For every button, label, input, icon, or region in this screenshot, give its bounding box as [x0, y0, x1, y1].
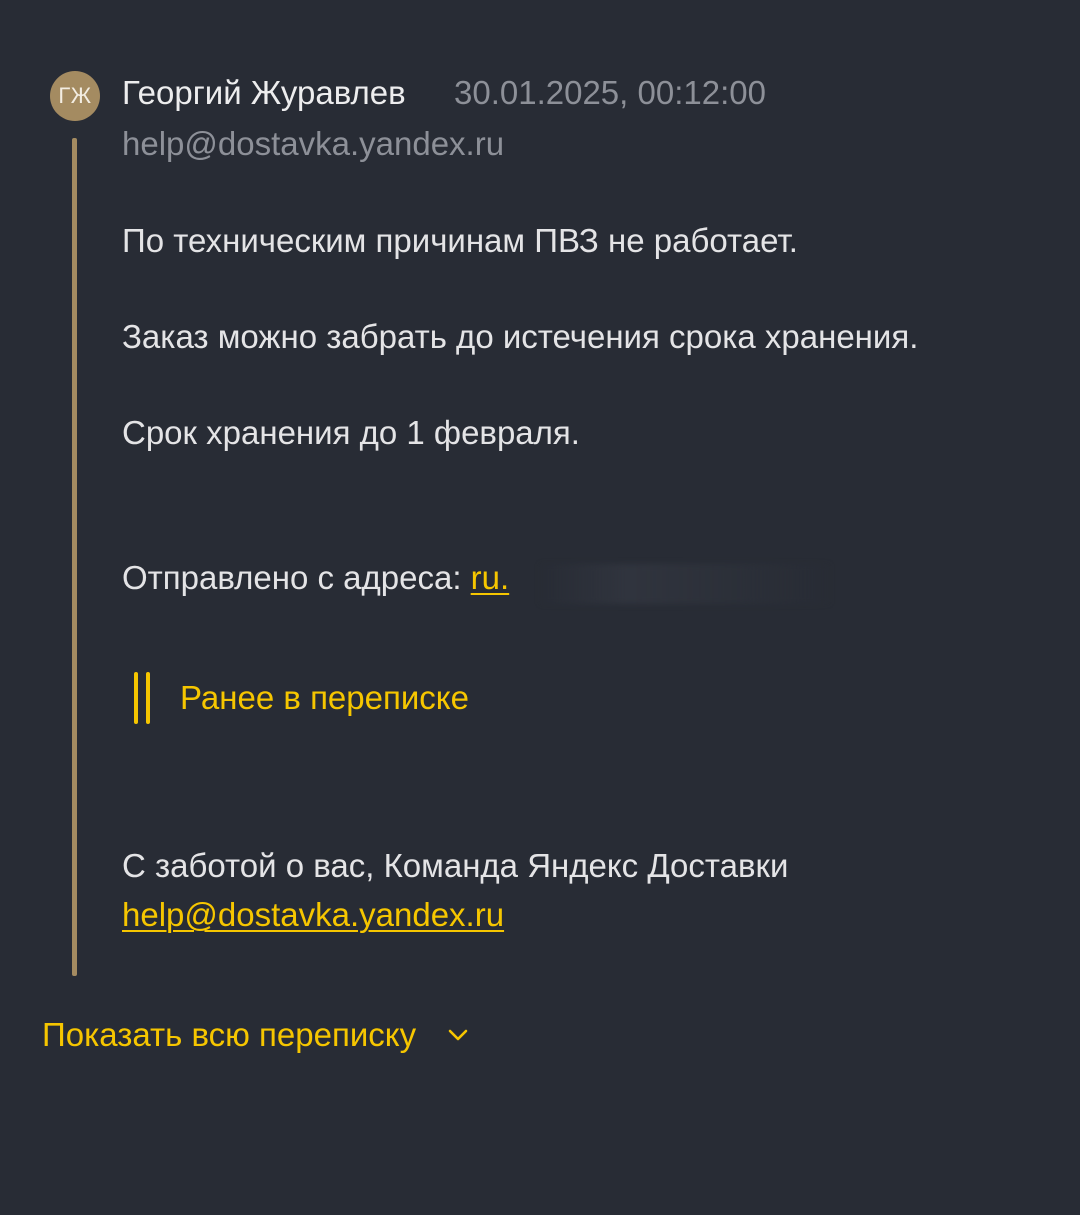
message-body-line: Срок хранения до 1 февраля. — [122, 414, 580, 451]
redacted-address — [540, 564, 830, 604]
email-thread-view: ГЖ Георгий Журавлев 30.01.2025, 00:12:00… — [0, 0, 1080, 1215]
show-all-thread-button[interactable]: Показать всю переписку — [42, 1016, 470, 1054]
earlier-in-thread-label: Ранее в переписке — [180, 679, 469, 716]
signature-text: С заботой о вас, Команда Яндекс Доставки — [122, 847, 789, 884]
sent-from-line: Отправлено с адреса: ru. — [122, 559, 509, 597]
sent-from-address-link[interactable]: ru. — [471, 559, 510, 596]
quote-bars-icon — [134, 672, 150, 724]
chevron-down-icon — [448, 1029, 468, 1041]
show-all-thread-label: Показать всю переписку — [42, 1016, 417, 1053]
sender-avatar[interactable]: ГЖ — [50, 71, 100, 121]
sender-email[interactable]: help@dostavka.yandex.ru — [122, 125, 504, 163]
message-date: 30.01.2025, 00:12:00 — [454, 74, 766, 111]
thread-line — [72, 138, 77, 976]
message-body-line: Заказ можно забрать до истечения срока х… — [122, 318, 919, 355]
sent-from-label: Отправлено с адреса: — [122, 559, 471, 596]
message-body-line: По техническим причинам ПВЗ не работает. — [122, 222, 798, 259]
sender-name[interactable]: Георгий Журавлев — [122, 74, 406, 112]
earlier-in-thread-button[interactable]: Ранее в переписке — [134, 672, 469, 724]
signature-email-link[interactable]: help@dostavka.yandex.ru — [122, 896, 504, 934]
